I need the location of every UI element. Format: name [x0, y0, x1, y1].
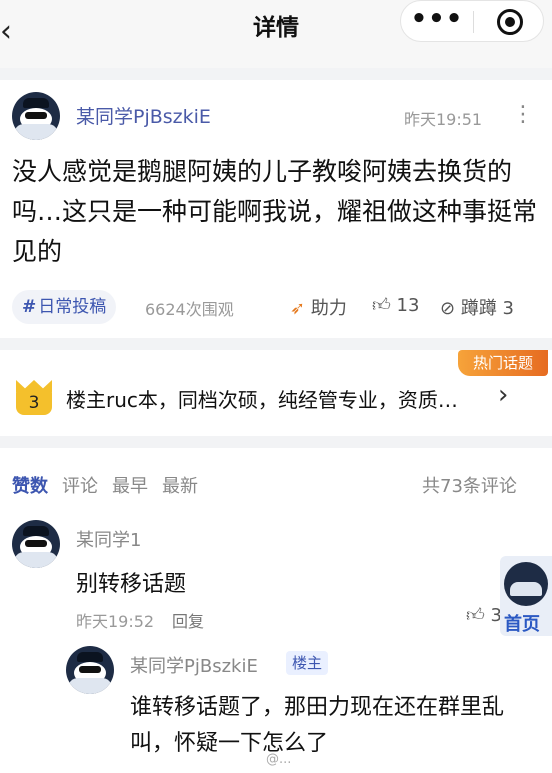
reply-text: 谁转移话题了，那田力现在还在群里乱叫，怀疑一下怎么了: [130, 695, 505, 756]
more-icon[interactable]: •••: [401, 1, 473, 43]
sort-tab-earliest[interactable]: 最早: [112, 472, 148, 498]
reply-button[interactable]: 回复: [172, 608, 204, 632]
thumbs-up-icon: 👍︎: [372, 295, 391, 316]
compass-icon: ⊘: [440, 298, 456, 319]
mini-program-capsule: •••: [400, 0, 544, 42]
comments-section: 赞数 评论 最早 最新 共73条评论 某同学1 别转移话题 昨天19:52 回复…: [0, 448, 552, 773]
watermark: @...: [266, 752, 292, 767]
reply-author[interactable]: 某同学PjBszkiE: [130, 652, 258, 678]
sort-tab-comments[interactable]: 评论: [62, 472, 98, 498]
comment-count: 共73条评论: [422, 476, 517, 497]
thumbs-up-icon: 👍︎: [466, 605, 485, 626]
squat-button[interactable]: ⊘ 蹲蹲 3: [440, 294, 514, 320]
post-time: 昨天19:51: [404, 110, 483, 129]
topic-tag[interactable]: # 日常投稿: [12, 290, 117, 324]
avatar[interactable]: [12, 520, 60, 568]
target-icon[interactable]: [497, 9, 523, 35]
sort-tab-newest[interactable]: 最新: [162, 472, 198, 498]
avatar[interactable]: [66, 646, 114, 694]
view-count: 6624次围观: [145, 300, 234, 319]
op-badge: 楼主: [286, 651, 329, 675]
hot-topic-rank: 3: [16, 391, 52, 415]
hot-topic-badge: 热门话题: [458, 350, 548, 376]
home-label: 首页: [504, 614, 540, 635]
post-text: 没人感觉是鹅腿阿姨的儿子教唆阿姨去换货的吗…这只是一种可能啊我说，耀祖做这种事挺…: [12, 157, 538, 266]
hash-icon: #: [22, 297, 37, 317]
boost-button[interactable]: ➶ 助力: [290, 294, 347, 320]
rocket-icon: ➶: [290, 298, 306, 319]
home-avatar-icon: [504, 562, 548, 606]
post-author[interactable]: 某同学PjBszkiE: [76, 102, 211, 129]
hot-topic-card[interactable]: 热门话题 3 楼主ruc本，同档次硕，纯经管专业，资质… ›: [0, 350, 552, 436]
boost-label: 助力: [310, 298, 347, 319]
hot-topic-text: 楼主ruc本，同档次硕，纯经管专业，资质…: [66, 388, 458, 412]
like-count: 13: [396, 295, 420, 316]
home-float-button[interactable]: 首页: [500, 556, 552, 636]
avatar[interactable]: [12, 92, 60, 140]
kebab-menu-icon[interactable]: ⋮: [512, 102, 534, 127]
post-card: 某同学PjBszkiE 昨天19:51 ⋮ 没人感觉是鹅腿阿姨的儿子教唆阿姨去换…: [0, 80, 552, 338]
topic-tag-label: 日常投稿: [38, 297, 107, 317]
top-bar: ‹ 详情 •••: [0, 0, 552, 68]
comment-text: 别转移话题: [76, 572, 187, 597]
crown-icon: 3: [14, 380, 54, 416]
comment-like-button[interactable]: 👍︎ 3: [466, 604, 502, 626]
squat-count: 蹲蹲 3: [460, 298, 515, 319]
capsule-divider: [473, 11, 474, 33]
chevron-right-icon: ›: [498, 380, 509, 410]
comment-time: 昨天19:52: [76, 612, 155, 631]
sort-tab-likes[interactable]: 赞数: [12, 472, 48, 498]
comment-author[interactable]: 某同学1: [76, 526, 141, 552]
like-button[interactable]: 👍︎ 13: [372, 294, 419, 316]
